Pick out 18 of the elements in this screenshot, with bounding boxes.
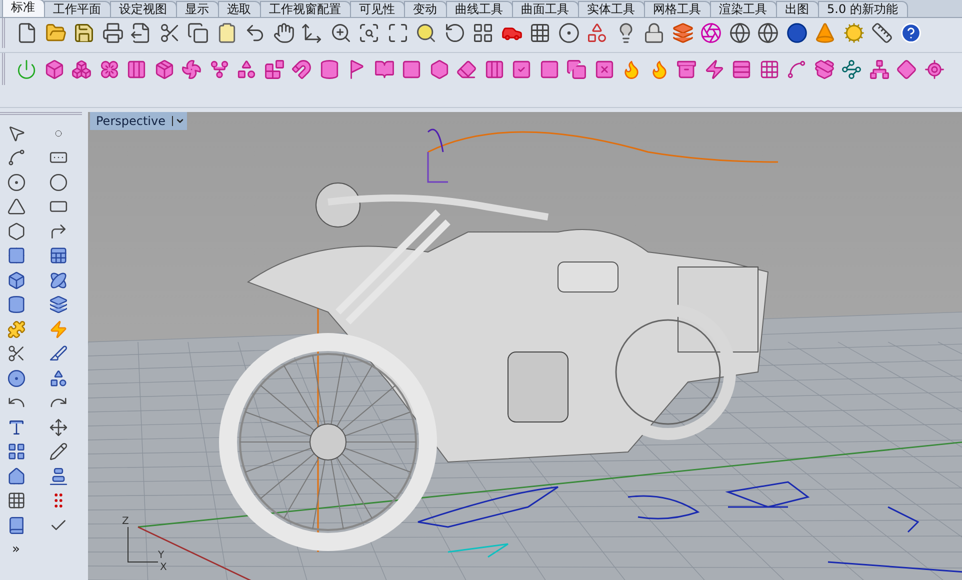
toolbar-tab[interactable]: 实体工具	[578, 1, 645, 17]
more-tools-button[interactable]: »	[12, 542, 20, 558]
toolbar-tab[interactable]: 工作视窗配置	[260, 1, 351, 17]
viewport-title-tab[interactable]: Perspective	[90, 112, 186, 130]
toolbar-tab[interactable]: 标准	[2, 0, 45, 17]
toolbar-tab[interactable]: 选取	[218, 1, 261, 17]
toolbar-tab[interactable]: 曲面工具	[512, 1, 579, 17]
toolbar-tab[interactable]: 变动	[404, 1, 447, 17]
toolbar-tab[interactable]: 曲线工具	[446, 1, 513, 17]
perspective-viewport[interactable]: Perspective Z Y X	[88, 112, 962, 580]
toolbar-tab[interactable]: 设定视图	[110, 1, 177, 17]
toolbar-tab[interactable]: 网格工具	[644, 1, 711, 17]
toolbar-tab[interactable]: 可见性	[350, 1, 405, 17]
toolbar-tab[interactable]: 渲染工具	[710, 1, 777, 17]
toolbar-tab[interactable]: 显示	[176, 1, 219, 17]
toolbar-tab[interactable]: 工作平面	[44, 1, 111, 17]
toolbar-tab[interactable]: 出图	[776, 1, 819, 17]
toolbar-tab[interactable]: 5.0 的新功能	[818, 1, 908, 17]
